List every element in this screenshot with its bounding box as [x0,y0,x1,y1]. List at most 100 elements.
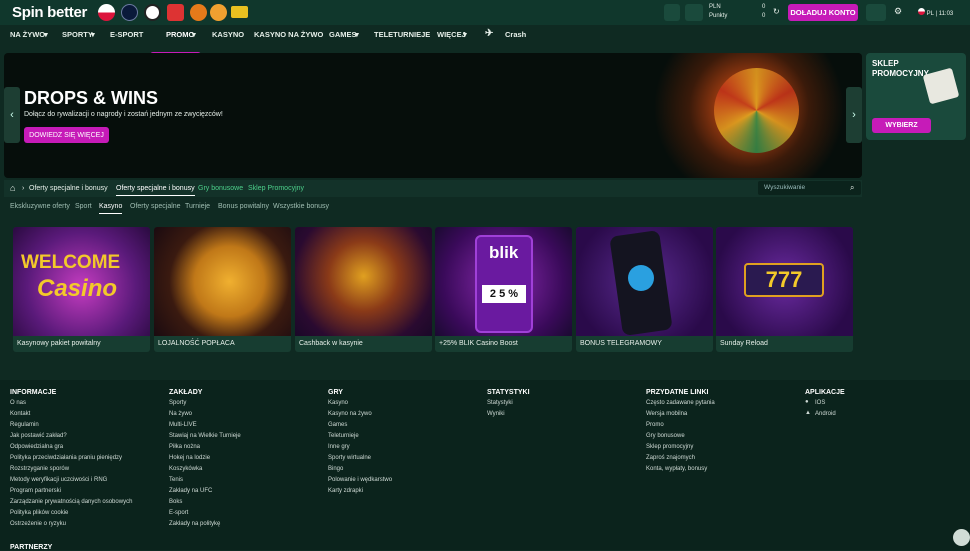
footer-link[interactable]: Games [328,422,347,428]
search-input[interactable]: Wyszukiwanie [758,181,861,195]
champions-league-icon[interactable] [121,4,138,21]
footer-link[interactable]: Często zadawane pytania [646,400,715,406]
footer-link[interactable]: Bingo [328,466,343,472]
tab-promo-shop[interactable]: Sklep Promocyjny [248,185,304,192]
footer-link[interactable]: Koszykówka [169,466,202,472]
tab-bonus-games[interactable]: Gry bonusowe [198,185,243,192]
android-icon: ▲ [805,410,811,416]
footer-link[interactable]: Inne gry [328,444,350,450]
footer-link[interactable]: Sporty [169,400,186,406]
bonus-icon[interactable] [210,4,227,21]
footer-link[interactable]: E-sport [169,510,188,516]
subtab-welcome[interactable]: Bonus powitalny [218,203,269,210]
footer-link[interactable]: Sporty wirtualne [328,455,371,461]
banner-prev-button[interactable]: ‹ [4,87,20,143]
footer-link[interactable]: O nas [10,400,26,406]
esport-icon[interactable] [167,4,184,21]
subtab-sport[interactable]: Sport [75,203,92,210]
footer-link[interactable]: Kontakt [10,411,30,417]
footer-link[interactable]: Hokej na lodzie [169,455,210,461]
footer-link[interactable]: Statystyki [487,400,513,406]
deposit-button[interactable]: DOŁADUJ KONTO [788,4,858,21]
nav-crash[interactable]: Crash [505,30,526,39]
home-icon[interactable]: ⌂ [10,183,15,193]
promo-card-cashback[interactable]: Cashback w kasynie [295,227,432,352]
footer-link[interactable]: Karty zdrapki [328,488,363,494]
banner-next-button[interactable]: › [846,87,862,143]
footer-link[interactable]: Jak postawić zakład? [10,433,67,439]
footer-link[interactable]: Metody weryfikacji uczciwości i RNG [10,477,107,483]
nav-live-casino[interactable]: KASYNO NA ŻYWO [254,30,323,39]
footer-link[interactable]: Konta, wypłaty, bonusy [646,466,707,472]
subtab-special[interactable]: Oferty specjalne [130,203,181,210]
footer-link[interactable]: Zarządzanie prywatnością danych osobowyc… [10,499,132,505]
footer-link[interactable]: Polityka przeciwdziałania praniu pienięd… [10,455,122,461]
promo-card-loyalty[interactable]: LOJALNOŚĆ POPŁACA [154,227,291,352]
logo[interactable]: Spin better [12,4,87,21]
subtab-all[interactable]: Wszystkie bonusy [273,203,329,210]
subtab-exclusive[interactable]: Ekskluzywne oferty [10,203,70,210]
footer-link[interactable]: Regulamin [10,422,39,428]
messages-button[interactable] [866,4,886,21]
shop-promo-card[interactable]: SKLEP PROMOCYJNY WYBIERZ [866,53,966,140]
footer-link[interactable]: Odpowiedzialna gra [10,444,63,450]
footer-link[interactable]: Gry bonusowe [646,433,685,439]
footer-link[interactable]: Boks [169,499,182,505]
promo-card-telegram[interactable]: BONUS TELEGRAMOWY [576,227,713,352]
footer-link[interactable]: Promo [646,422,664,428]
subtab-casino[interactable]: Kasyno [99,203,123,214]
crash-icon[interactable] [231,6,248,18]
welcome-art-text: WELCOME [21,252,121,273]
footer-link[interactable]: Wersja mobilna [646,411,687,417]
promo-card-blik[interactable]: blik 2 5 % +25% BLIK Casino Boost [435,227,572,352]
nav-live[interactable]: NA ŻYWO [10,30,45,39]
main-nav: NA ŻYWO ▾ SPORTY ▾ E-SPORT PROMO ▾ KASYN… [0,25,970,67]
user-button[interactable] [685,4,703,21]
promo-card-reload[interactable]: 777 Sunday Reload [716,227,853,352]
footer-link[interactable]: Zakłady na UFC [169,488,212,494]
footer-link[interactable]: Tenis [169,477,183,483]
footer-link[interactable]: Sklep promocyjny [646,444,693,450]
balance-panel[interactable]: PLN 0 Punkty 0 ↻ [706,3,784,22]
nav-sports[interactable]: SPORTY [62,30,93,39]
footer-link[interactable]: Polowanie i wędkarstwo [328,477,392,483]
refresh-icon[interactable]: ↻ [773,7,780,16]
nav-more[interactable]: WIĘCEJ [437,30,466,39]
footer-link[interactable]: Teleturnieje [328,433,359,439]
gift-button[interactable] [664,4,680,21]
settings-icon[interactable]: ⚙ [894,6,902,17]
search-icon[interactable]: ⌕ [850,183,854,193]
footer-link[interactable]: Multi-LIVE [169,422,197,428]
footer-link[interactable]: Wyniki [487,411,505,417]
tab-special-offers[interactable]: Oferty specjalne i bonusy [116,185,195,196]
nav-esport[interactable]: E-SPORT [110,30,143,39]
footer-link[interactable]: IOS [815,400,825,406]
telegram-image [576,227,713,336]
footer-link[interactable]: Polityka plików cookie [10,510,68,516]
footer-link[interactable]: Android [815,411,836,417]
footer-link[interactable]: Zaproś znajomych [646,455,695,461]
footer-link[interactable]: Stawiaj na Wielkie Turnieje [169,433,241,439]
banner-cta-button[interactable]: DOWIEDZ SIĘ WIĘCEJ [24,127,109,143]
footer-link[interactable]: Na żywo [169,411,192,417]
subtab-tournaments[interactable]: Turnieje [185,203,210,210]
chat-button[interactable] [953,529,970,546]
poland-flag-icon[interactable] [98,4,115,21]
language-selector[interactable]: PL | 11:03 [918,8,953,17]
basketball-icon[interactable] [190,4,207,21]
nav-promo[interactable]: PROMO [166,30,194,39]
footer-link[interactable]: Kasyno na żywo [328,411,372,417]
footer-link[interactable]: Piłka nożna [169,444,200,450]
football-icon[interactable] [144,4,161,21]
nav-casino[interactable]: KASYNO [212,30,244,39]
footer-link[interactable]: Kasyno [328,400,348,406]
promo-card-welcome[interactable]: WELCOME Casino Kasynowy pakiet powitalny [13,227,150,352]
footer-link[interactable]: Program partnerski [10,488,61,494]
footer-link[interactable]: Rozstrzyganie sporów [10,466,69,472]
shop-cta-button[interactable]: WYBIERZ [872,118,931,133]
footer-link[interactable]: Zakłady na politykę [169,521,220,527]
nav-game-shows[interactable]: TELETURNIEJE [374,30,430,39]
footer-link[interactable]: Ostrzeżenie o ryzyku [10,521,66,527]
breadcrumb-item[interactable]: Oferty specjalne i bonusy [29,185,108,192]
nav-games[interactable]: GAMES [329,30,357,39]
